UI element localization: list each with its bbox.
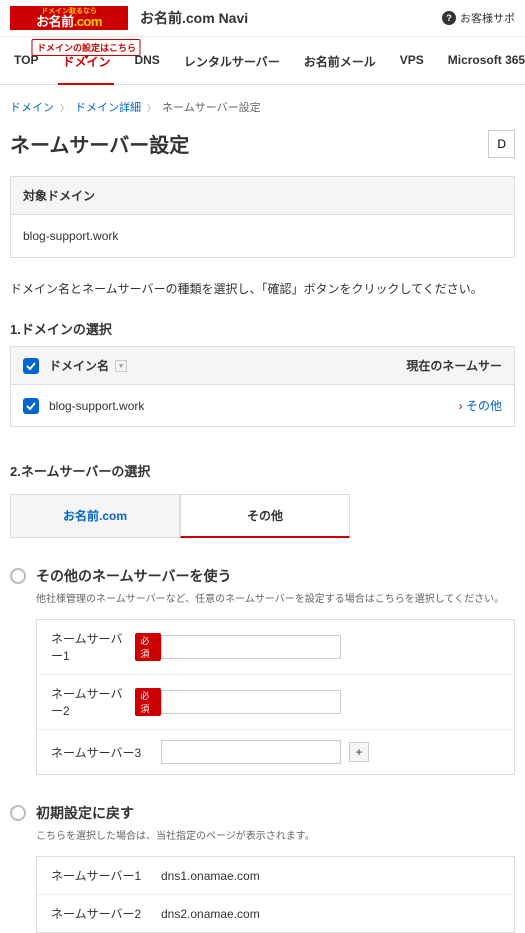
ns-form-other: ネームサーバー1必須 ネームサーバー2必須 ネームサーバー3 +	[36, 619, 515, 775]
option-default-ns: 初期設定に戻す こちらを選択した場合は、当社指定のページが表示されます。 ネーム…	[10, 803, 515, 933]
ns-tab-onamae[interactable]: お名前.com	[10, 494, 180, 538]
ns-tab-other[interactable]: その他	[180, 494, 350, 538]
option-other-title: その他のネームサーバーを使う	[36, 566, 504, 586]
ns-row-3: ネームサーバー3 +	[37, 730, 514, 774]
required-badge: 必須	[135, 688, 161, 716]
tab-top[interactable]: TOP	[14, 53, 38, 84]
col-domain-name: ドメイン名	[49, 357, 109, 374]
radio-other-ns[interactable]	[10, 568, 26, 584]
select-all-checkbox[interactable]	[23, 358, 39, 374]
chevron-right-icon: 〉	[147, 101, 156, 114]
support-link[interactable]: ? お客様サポ	[442, 10, 515, 26]
chevron-right-icon: 〉	[60, 101, 69, 114]
tab-rental-server[interactable]: レンタルサーバー	[184, 53, 280, 84]
add-ns-button[interactable]: +	[349, 742, 369, 762]
option-default-desc: こちらを選択した場合は、当社指定のページが表示されます。	[36, 827, 315, 842]
row-checkbox[interactable]	[23, 398, 39, 414]
breadcrumb-domain[interactable]: ドメイン	[10, 99, 54, 115]
default-ns-value-2: dns2.onamae.com	[161, 907, 260, 921]
required-badge: 必須	[135, 633, 161, 661]
option-other-ns: その他のネームサーバーを使う 他社様管理のネームサーバーなど、任意のネームサーバ…	[10, 566, 515, 775]
ns-row-1: ネームサーバー1必須	[37, 620, 514, 675]
sort-icon[interactable]: ▾	[115, 360, 127, 372]
page-title: ネームサーバー設定	[10, 129, 488, 158]
dns-button[interactable]: D	[488, 130, 515, 158]
tab-vps[interactable]: VPS	[400, 53, 424, 84]
breadcrumb: ドメイン 〉 ドメイン詳細 〉 ネームサーバー設定	[0, 85, 525, 129]
help-icon: ?	[442, 11, 456, 25]
col-current-ns: 現在のネームサー	[406, 357, 502, 374]
navi-title: お名前.com Navi	[140, 8, 442, 28]
table-row: blog-support.work その他	[11, 385, 514, 426]
default-ns-row-2: ネームサーバー2 dns2.onamae.com	[37, 895, 514, 932]
domain-table: ドメイン名 ▾ 現在のネームサー blog-support.work その他	[10, 346, 515, 427]
ns-input-3[interactable]	[161, 740, 341, 764]
target-domain-head: 対象ドメイン	[11, 177, 514, 215]
header: ドメイン取るなら お名前.com お名前.com Navi ? お客様サポ	[0, 0, 525, 37]
target-domain-value: blog-support.work	[11, 215, 514, 257]
domain-name-cell: blog-support.work	[49, 399, 459, 413]
current-ns-link[interactable]: その他	[459, 399, 502, 413]
tab-microsoft365[interactable]: Microsoft 365	[448, 53, 525, 84]
tab-badge: ドメインの設定はこちら	[32, 39, 141, 56]
logo[interactable]: ドメイン取るなら お名前.com	[10, 6, 128, 30]
main-tabs: TOP ドメインの設定はこちら ドメイン DNS レンタルサーバー お名前メール…	[0, 37, 525, 85]
breadcrumb-domain-detail[interactable]: ドメイン詳細	[75, 99, 141, 115]
tab-domain[interactable]: ドメインの設定はこちら ドメイン	[62, 53, 110, 84]
tab-mail[interactable]: お名前メール	[304, 53, 376, 84]
ns-input-2[interactable]	[161, 690, 341, 714]
breadcrumb-current: ネームサーバー設定	[162, 99, 261, 115]
instruction-text: ドメイン名とネームサーバーの種類を選択し、「確認」ボタンをクリックしてください。	[0, 258, 525, 319]
ns-input-1[interactable]	[161, 635, 341, 659]
section1-title: 1.ドメインの選択	[0, 319, 525, 346]
section2-title: 2.ネームサーバーの選択	[0, 461, 525, 488]
ns-tabs: お名前.com その他	[10, 494, 515, 538]
ns-row-2: ネームサーバー2必須	[37, 675, 514, 730]
default-ns-row-1: ネームサーバー1 dns1.onamae.com	[37, 857, 514, 895]
default-ns-value-1: dns1.onamae.com	[161, 869, 260, 883]
target-domain-box: 対象ドメイン blog-support.work	[10, 176, 515, 258]
option-other-desc: 他社様管理のネームサーバーなど、任意のネームサーバーを設定する場合はこちらを選択…	[36, 590, 504, 605]
option-default-title: 初期設定に戻す	[36, 803, 315, 823]
radio-default-ns[interactable]	[10, 805, 26, 821]
tab-dns[interactable]: DNS	[134, 53, 159, 84]
